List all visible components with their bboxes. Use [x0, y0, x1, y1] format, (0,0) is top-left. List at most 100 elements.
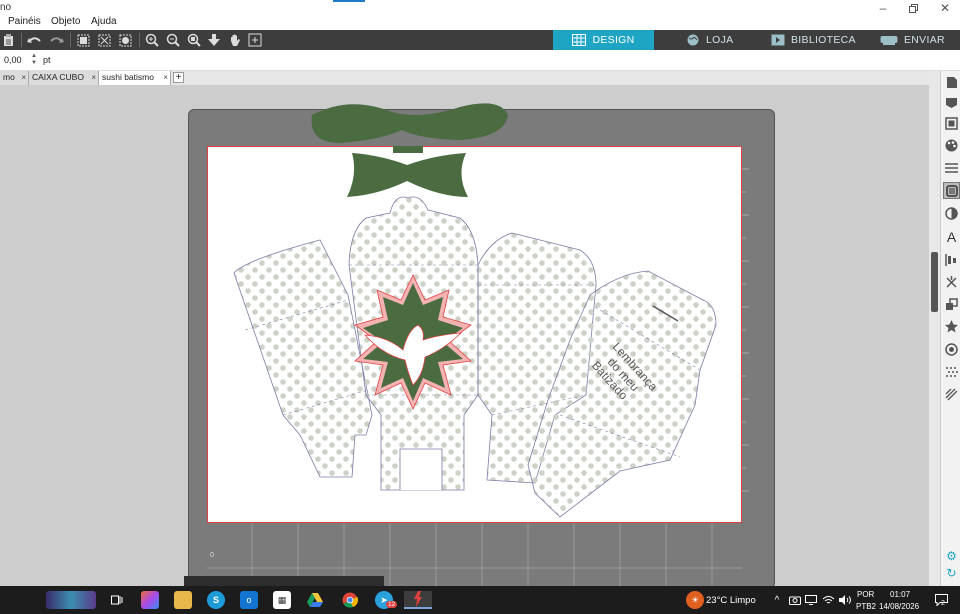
weather-text[interactable]: 23°C Limpo	[706, 595, 756, 606]
bow-bottom-shape	[347, 153, 468, 197]
line-style-icon[interactable]	[943, 159, 960, 176]
design-canvas: Lembrança do meu Batizado	[233, 103, 717, 518]
ungroup-icon[interactable]	[96, 32, 113, 48]
toolbar: DESIGN LOJA BIBLIOTECA ENVIAR	[0, 30, 960, 50]
workspace: 0 Lembrança do meu Batizado	[0, 85, 940, 586]
globe-icon	[687, 34, 699, 46]
close-tab-icon[interactable]: ×	[91, 71, 96, 84]
outlook-icon[interactable]: o	[240, 591, 258, 609]
close-icon[interactable]: ✕	[935, 1, 955, 15]
refresh-icon[interactable]: ↻	[943, 564, 960, 581]
properties-bar: 0,00 ▲ ▼ pt	[0, 50, 960, 71]
chevron-up-icon[interactable]: ^	[768, 591, 786, 609]
wifi-icon[interactable]	[819, 591, 837, 609]
zoom-in-icon[interactable]	[143, 32, 160, 48]
library-icon	[771, 34, 785, 46]
shadow-icon[interactable]	[943, 205, 960, 222]
settings-icon[interactable]: ⚙	[943, 547, 960, 564]
restore-icon[interactable]	[903, 1, 923, 15]
menu-objeto[interactable]: Objeto	[51, 16, 80, 27]
network-icon[interactable]	[802, 591, 820, 609]
fill-icon[interactable]	[943, 182, 960, 199]
toolbar-separator	[70, 33, 71, 47]
doc-tab-label: CAIXA CUBO	[32, 72, 84, 82]
language-bottom[interactable]: PTB2	[856, 602, 876, 611]
sketch-icon[interactable]	[943, 386, 960, 403]
vertical-scrollbar[interactable]	[929, 71, 940, 586]
chrome-icon[interactable]	[341, 591, 359, 609]
document-tabs: mo × CAIXA CUBO × sushi batismo × +	[0, 71, 940, 85]
doc-tab-label: mo	[3, 72, 15, 82]
unit-label: pt	[43, 55, 51, 65]
bow-center-strip	[393, 146, 423, 153]
store-icon[interactable]: ▦	[273, 591, 291, 609]
add-tab-button[interactable]: +	[173, 72, 184, 83]
pan-hand-icon[interactable]	[226, 32, 243, 48]
replicate-icon[interactable]	[943, 296, 960, 313]
zoom-box-icon[interactable]	[246, 32, 263, 48]
menu-paineis[interactable]: Painéis	[8, 16, 41, 27]
color-palette-icon[interactable]	[943, 137, 960, 154]
transform-icon[interactable]	[943, 274, 960, 291]
move-down-icon[interactable]	[205, 32, 222, 48]
text-icon[interactable]: A	[943, 228, 960, 245]
compound-icon[interactable]	[117, 32, 134, 48]
tab-design-label: DESIGN	[592, 34, 635, 46]
shape-icon[interactable]	[943, 94, 960, 111]
tab-loja-label: LOJA	[706, 34, 734, 46]
tab-enviar-label: ENVIAR	[904, 34, 945, 46]
box-slot	[399, 448, 443, 490]
clipboard-icon[interactable]	[0, 32, 17, 48]
offset-icon[interactable]	[943, 341, 960, 358]
copilot-icon[interactable]	[141, 591, 159, 609]
line-width-input[interactable]: 0,00	[4, 55, 22, 65]
window-title: no	[0, 2, 12, 13]
horizontal-scrollbar[interactable]	[184, 576, 384, 586]
close-tab-icon[interactable]: ×	[163, 71, 168, 84]
file-explorer-icon[interactable]	[174, 591, 192, 609]
scrollbar-thumb[interactable]	[931, 252, 938, 312]
grid-icon	[572, 34, 587, 46]
telegram-badge: 12	[386, 601, 398, 608]
silhouette-studio-icon[interactable]	[404, 591, 432, 609]
right-panel: A ⚙ ↻	[940, 71, 960, 586]
task-view-icon[interactable]	[108, 591, 126, 609]
tab-biblioteca[interactable]: BIBLIOTECA	[771, 30, 856, 50]
widgets-thumbnail[interactable]	[46, 591, 96, 609]
menu-ajuda[interactable]: Ajuda	[91, 16, 117, 27]
tab-loja[interactable]: LOJA	[686, 30, 733, 50]
group-icon[interactable]	[75, 32, 92, 48]
bow-top-shape	[311, 103, 508, 143]
tab-design[interactable]: DESIGN	[553, 30, 654, 50]
taskbar: S o ▦ ➤ 12 ☀ 23°C Limpo ^ POR PTB2 01:07…	[0, 586, 960, 614]
toolbar-separator	[21, 33, 22, 47]
skype-icon[interactable]: S	[207, 591, 225, 609]
menu-bar: no Painéis Objeto Ajuda – ✕	[0, 0, 960, 30]
weather-icon[interactable]: ☀	[686, 591, 704, 609]
doc-tab[interactable]: sushi batismo ×	[99, 71, 171, 85]
title-accent	[333, 0, 365, 2]
zoom-fit-icon[interactable]	[185, 32, 202, 48]
doc-tab[interactable]: mo ×	[0, 71, 29, 85]
zoom-out-icon[interactable]	[164, 32, 181, 48]
toolbar-separator	[139, 33, 140, 47]
align-icon[interactable]	[943, 251, 960, 268]
notification-count: 2	[941, 600, 945, 607]
volume-icon[interactable]	[836, 591, 854, 609]
google-drive-icon[interactable]	[306, 591, 324, 609]
clock-date[interactable]: 14/08/2026	[879, 602, 919, 611]
trace-icon[interactable]	[943, 364, 960, 381]
undo-icon[interactable]	[26, 32, 43, 48]
clock-time[interactable]: 01:07	[890, 590, 910, 599]
minimize-icon[interactable]: –	[873, 1, 893, 15]
spinner-icon[interactable]: ▲ ▼	[31, 53, 37, 67]
cutter-icon	[880, 36, 898, 45]
tab-enviar[interactable]: ENVIAR	[880, 30, 945, 50]
modify-icon[interactable]	[943, 318, 960, 335]
doc-tab[interactable]: CAIXA CUBO ×	[29, 71, 99, 85]
page-setup-icon[interactable]	[943, 74, 960, 91]
image-icon[interactable]	[943, 115, 960, 132]
close-tab-icon[interactable]: ×	[21, 71, 26, 84]
language-top[interactable]: POR	[857, 590, 874, 599]
redo-icon[interactable]	[48, 32, 65, 48]
